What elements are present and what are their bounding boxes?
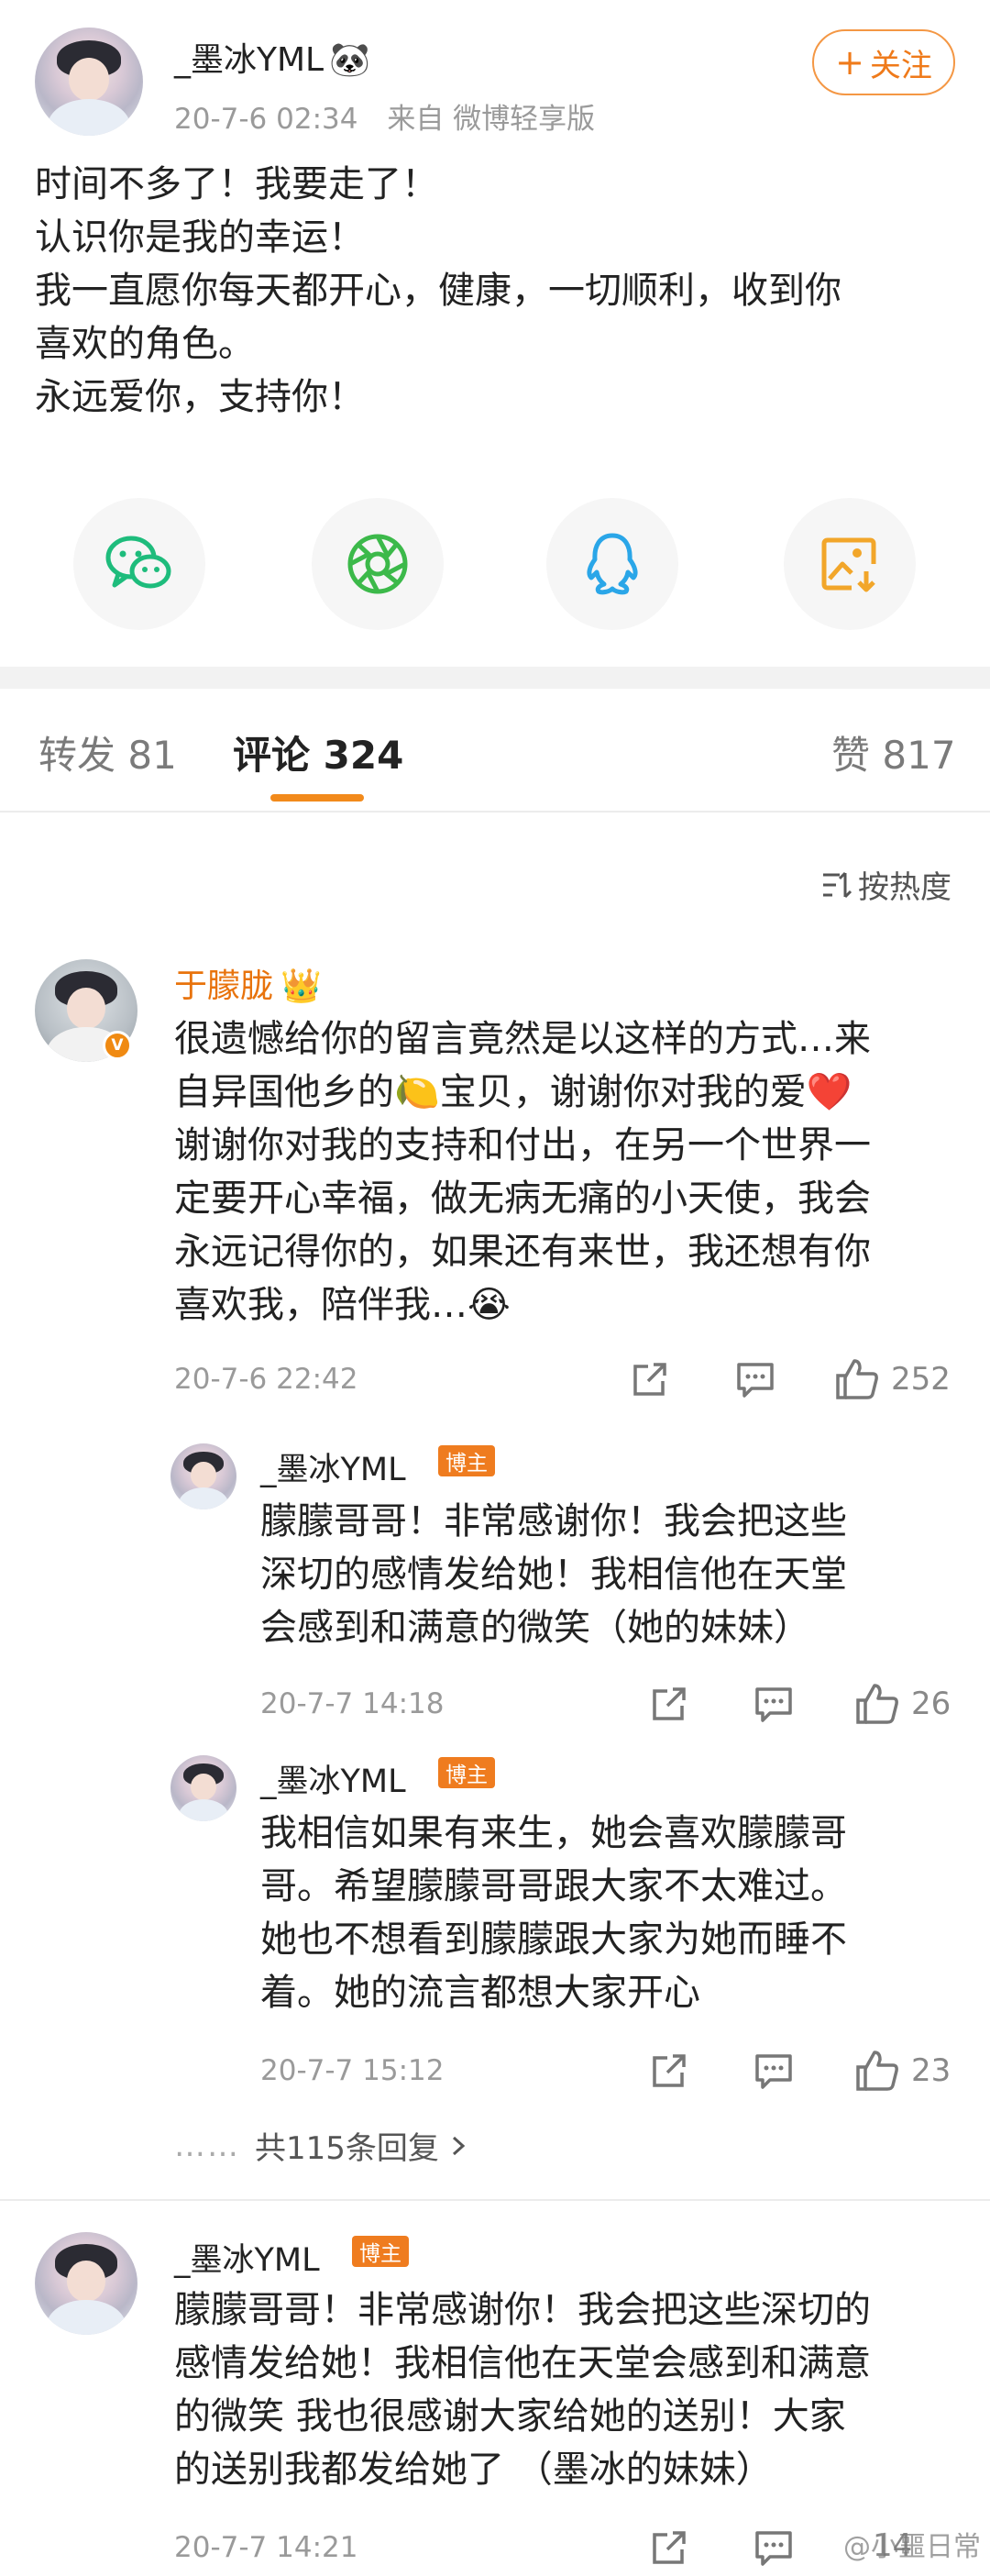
sort-by-heat-button[interactable]: 按热度 xyxy=(820,862,952,907)
thumbs-up-icon xyxy=(856,1684,898,1724)
wechat-icon xyxy=(105,536,171,589)
reply-line: 哥。希望朦朦哥哥跟大家不太难过。 xyxy=(260,1865,847,1907)
reply-button[interactable] xyxy=(754,1684,794,1724)
comment-line: 永远记得你的，如果还有来世，我还想有你 xyxy=(174,1231,871,1273)
host-badge: 博主 xyxy=(438,1757,495,1788)
post-line: 永远爱你，支持你！ xyxy=(35,376,365,418)
comment-line: 的微笑 我也很感谢大家给她的送别！大家 xyxy=(174,2395,846,2438)
panda-emoji: 🐼 xyxy=(329,41,370,79)
commenter-name[interactable]: _墨冰YML xyxy=(174,2234,320,2281)
repost-icon xyxy=(633,1363,666,1396)
like-count: 252 xyxy=(891,1361,951,1398)
repost-button[interactable] xyxy=(630,1359,670,1399)
comment-divider xyxy=(0,2199,990,2201)
reply-line: 她也不想看到朦朦跟大家为她而睡不 xyxy=(260,1918,847,1961)
post-source: 来自 微博轻享版 xyxy=(387,103,596,136)
reply-line: 会感到和满意的微笑（她的妹妹） xyxy=(260,1607,810,1649)
post-time: 20-7-6 02:34 xyxy=(174,103,358,136)
like-button[interactable]: 252 xyxy=(834,1357,951,1401)
tab-likes[interactable]: 赞 817 xyxy=(831,724,956,780)
post-content: 时间不多了！我要走了！ 认识你是我的幸运！ 我一直愿你每天都开心，健康，一切顺利… xyxy=(35,158,961,424)
reply-button[interactable] xyxy=(754,2527,794,2568)
comment-time: 20-7-7 14:21 xyxy=(174,2531,358,2564)
reply-button[interactable] xyxy=(735,1359,776,1399)
reply-line: 深切的感情发给她！我相信他在天堂 xyxy=(260,1553,847,1596)
follow-button[interactable]: + 关注 xyxy=(812,29,955,95)
comment-icon xyxy=(755,2054,792,2089)
post-line: 我一直愿你每天都开心，健康，一切顺利，收到你 xyxy=(35,270,842,312)
like-button[interactable]: 26 xyxy=(854,1682,951,1726)
comment-line: 感情发给她！我相信他在天堂会感到和满意 xyxy=(174,2342,871,2384)
reply-text: 朦朦哥哥！非常感谢你！我会把这些 深切的感情发给她！我相信他在天堂 会感到和满意… xyxy=(260,1495,847,1654)
like-count: 23 xyxy=(911,2052,952,2089)
chevron-right-icon xyxy=(452,2136,466,2155)
replier-avatar[interactable] xyxy=(170,1755,236,1821)
comment-line: 朦朦哥哥！非常感谢你！我会把这些深切的 xyxy=(174,2289,871,2331)
comment-line: 自异国他乡的🍋宝贝，谢谢你对我的爱❤️ xyxy=(174,1071,852,1113)
view-more-replies-link[interactable]: …… 共115条回复 xyxy=(174,2123,468,2168)
tab-comments[interactable]: 评论 324 xyxy=(233,724,403,780)
reply-button[interactable] xyxy=(754,2051,794,2091)
repost-button[interactable] xyxy=(649,2051,689,2091)
reply-line: 朦朦哥哥！非常感谢你！我会把这些 xyxy=(260,1500,847,1542)
like-count: 26 xyxy=(911,1686,952,1722)
tab-reposts[interactable]: 转发 81 xyxy=(38,724,177,780)
reply-text: 我相信如果有来生，她会喜欢朦朦哥 哥。希望朦朦哥哥跟大家不太难过。 她也不想看到… xyxy=(260,1807,847,2019)
thumbs-up-icon xyxy=(856,2051,898,2091)
author-avatar[interactable] xyxy=(35,28,143,136)
comment-line: 的送别我都发给她了 （墨冰的妹妹） xyxy=(174,2449,773,2491)
plus-icon: + xyxy=(835,42,864,83)
repost-button[interactable] xyxy=(649,2527,689,2568)
post-author-name[interactable]: _墨冰YML 🐼 xyxy=(174,33,370,81)
replier-name[interactable]: _墨冰YML xyxy=(260,1755,406,1802)
repost-icon xyxy=(653,2054,686,2087)
comment-line: 很遗憾给你的留言竟然是以这样的方式…来 xyxy=(174,1018,871,1060)
save-image-icon xyxy=(821,537,876,592)
replier-avatar[interactable] xyxy=(170,1443,236,1509)
reply-line: 着。她的流言都想大家开心 xyxy=(260,1972,700,2014)
replier-name[interactable]: _墨冰YML xyxy=(260,1443,406,1490)
comment-text: 很遗憾给你的留言竟然是以这样的方式…来 自异国他乡的🍋宝贝，谢谢你对我的爱❤️ … xyxy=(174,1012,871,1332)
active-tab-indicator xyxy=(270,794,364,802)
tabs-divider xyxy=(0,811,990,813)
more-replies-label: 共115条回复 xyxy=(255,2130,439,2167)
dots: …… xyxy=(174,2127,240,2164)
comment-time: 20-7-6 22:42 xyxy=(174,1363,358,1396)
repost-icon xyxy=(653,2531,686,2564)
share-moments-button[interactable] xyxy=(312,498,444,630)
share-save-image-button[interactable] xyxy=(784,498,916,630)
post-line: 喜欢的角色。 xyxy=(35,323,255,365)
thumbs-up-icon xyxy=(836,1359,878,1399)
sort-icon xyxy=(823,871,852,898)
repost-button[interactable] xyxy=(649,1684,689,1724)
host-badge: 博主 xyxy=(438,1445,495,1476)
reply-time: 20-7-7 15:12 xyxy=(260,2054,445,2087)
crown-icon: 👑 xyxy=(280,967,322,1005)
comment-line: 定要开心幸福，做无病无痛的小天使，我会 xyxy=(174,1177,871,1220)
repost-icon xyxy=(653,1687,686,1720)
post-line: 时间不多了！我要走了！ xyxy=(35,163,438,205)
comment-line: 喜欢我，陪伴我…😭 xyxy=(174,1284,511,1326)
moments-icon xyxy=(347,534,408,594)
reply-line: 我相信如果有来生，她会喜欢朦朦哥 xyxy=(260,1812,847,1854)
reply-time: 20-7-7 14:18 xyxy=(260,1687,445,1720)
qq-icon xyxy=(587,533,638,595)
comment-icon xyxy=(737,1363,774,1398)
watermark: @小噩日常 xyxy=(843,2531,981,2563)
section-separator xyxy=(0,667,990,689)
comment-icon xyxy=(755,2531,792,2566)
post-line: 认识你是我的幸运！ xyxy=(35,216,365,259)
comment-line: 谢谢你对我的支持和付出，在另一个世界一 xyxy=(174,1124,871,1166)
like-button[interactable]: 23 xyxy=(854,2049,951,2093)
commenter-name[interactable]: 于朦胧 👑 xyxy=(174,959,322,1007)
follow-label: 关注 xyxy=(869,47,932,84)
verified-v-icon: V xyxy=(103,1031,132,1060)
share-wechat-button[interactable] xyxy=(73,498,205,630)
share-qq-button[interactable] xyxy=(546,498,678,630)
host-badge: 博主 xyxy=(352,2236,409,2267)
post-meta: 20-7-6 02:34 来自 微博轻享版 xyxy=(174,95,595,137)
comment-icon xyxy=(755,1687,792,1722)
comment-text: 朦朦哥哥！非常感谢你！我会把这些深切的 感情发给她！我相信他在天堂会感到和满意 … xyxy=(174,2283,871,2496)
commenter-avatar[interactable] xyxy=(35,2232,138,2335)
